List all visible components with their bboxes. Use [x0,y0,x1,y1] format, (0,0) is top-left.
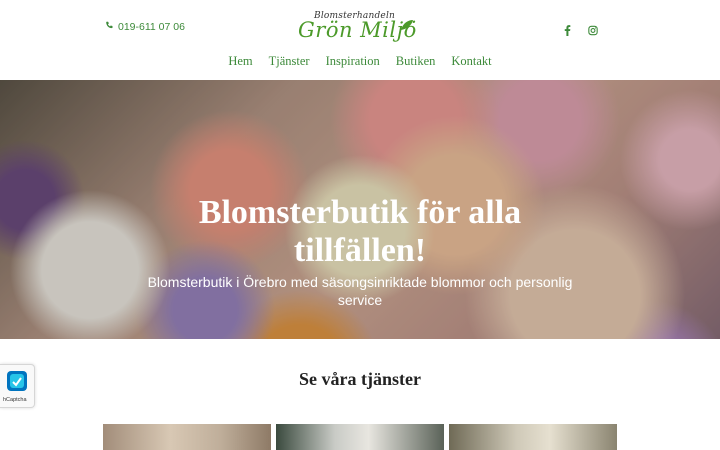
phone-icon [105,21,114,33]
hero-subtitle: Blomsterbutik i Örebro med säsongsinrikt… [147,274,573,308]
instagram-icon[interactable] [588,25,598,36]
facebook-icon[interactable] [562,25,572,36]
hcaptcha-label: hCaptcha [3,397,27,403]
main-nav: Hem Tjänster Inspiration Butiken Kontakt [0,54,720,69]
logo-main-text: Grön Miljö [298,18,417,42]
services-heading: Se våra tjänster [299,369,421,389]
leaf-icon [400,18,414,36]
nav-item-butiken[interactable]: Butiken [396,54,436,69]
hero-title: Blomsterbutik för alla tillfällen! [198,194,522,269]
service-card-image[interactable] [449,424,617,450]
service-card-image[interactable] [103,424,271,450]
phone-link[interactable]: 019-611 07 06 [105,21,185,33]
nav-item-kontakt[interactable]: Kontakt [451,54,491,69]
phone-number: 019-611 07 06 [118,21,185,33]
site-logo[interactable]: Blomsterhandeln Grön Miljö [296,10,422,46]
hero-banner: Blomsterbutik för alla tillfällen! Bloms… [0,80,720,339]
social-links [562,25,598,36]
nav-item-tjanster[interactable]: Tjänster [269,54,310,69]
service-card-image[interactable] [276,424,444,450]
nav-item-inspiration[interactable]: Inspiration [326,54,380,69]
nav-item-hem[interactable]: Hem [228,54,252,69]
site-header: 019-611 07 06 Blomsterhandeln Grön Miljö… [0,0,720,80]
